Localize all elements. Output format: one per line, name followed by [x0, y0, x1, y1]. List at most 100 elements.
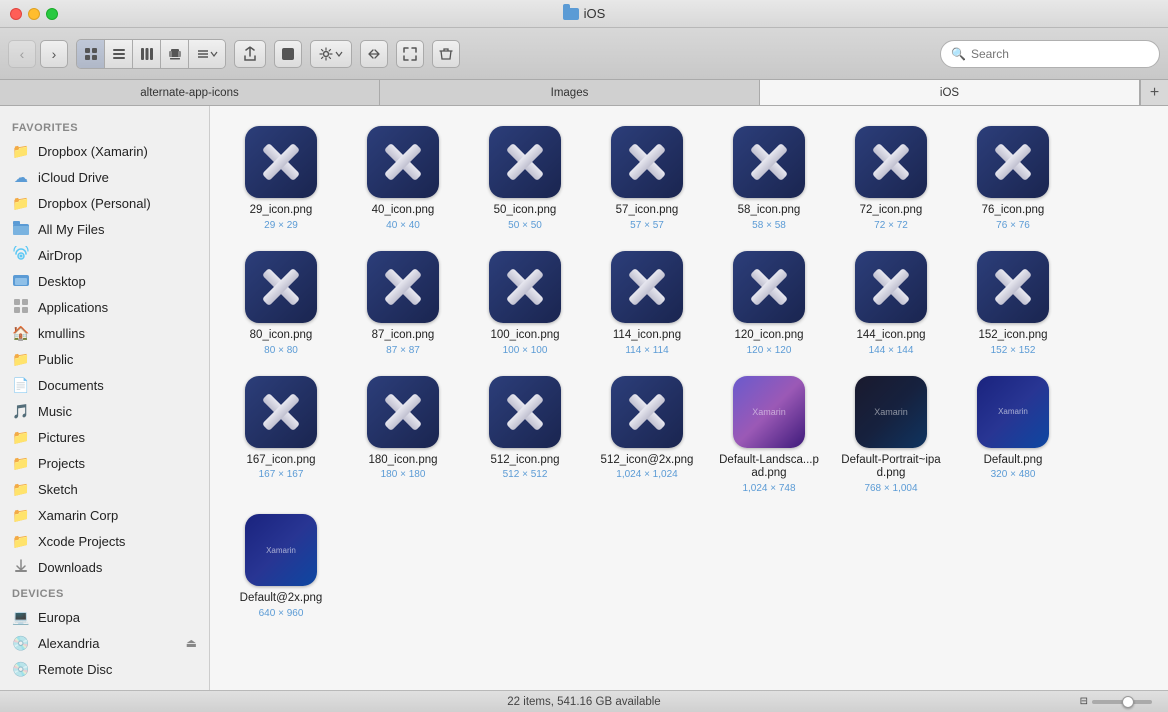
back-button[interactable]: ‹: [8, 40, 36, 68]
file-item-76[interactable]: 76_icon.png 76 × 76: [958, 122, 1068, 235]
file-size: 50 × 50: [508, 220, 542, 231]
sidebar-item-desktop[interactable]: Desktop: [0, 268, 209, 294]
close-button[interactable]: [10, 8, 22, 20]
file-item-default[interactable]: Xamarin Default.png 320 × 480: [958, 372, 1068, 499]
file-item-512[interactable]: 512_icon.png 512 × 512: [470, 372, 580, 499]
file-item-default-landscape[interactable]: Xamarin Default-Landsca...pad.png 1,024 …: [714, 372, 824, 499]
coverflow-icon: [168, 47, 182, 61]
file-size: 80 × 80: [264, 345, 298, 356]
file-item-72[interactable]: 72_icon.png 72 × 72: [836, 122, 946, 235]
file-item-152[interactable]: 152_icon.png 152 × 152: [958, 247, 1068, 360]
view-coverflow-button[interactable]: [161, 40, 189, 68]
add-tab-button[interactable]: +: [1140, 80, 1168, 105]
view-icon-button[interactable]: [77, 40, 105, 68]
delete-button[interactable]: [432, 40, 460, 68]
file-name: 87_icon.png: [372, 329, 435, 343]
file-name: Default.png: [984, 454, 1043, 468]
file-icon: [611, 126, 683, 198]
file-name: 512_icon.png: [490, 454, 559, 468]
x-icon: [865, 136, 917, 188]
slider-thumb[interactable]: [1122, 696, 1134, 708]
file-name: Default-Portrait~ipad.png: [840, 454, 942, 482]
file-item-114[interactable]: 114_icon.png 114 × 114: [592, 247, 702, 360]
file-item-120[interactable]: 120_icon.png 120 × 120: [714, 247, 824, 360]
file-item-144[interactable]: 144_icon.png 144 × 144: [836, 247, 946, 360]
file-icon: Xamarin: [245, 514, 317, 586]
file-icon: [489, 126, 561, 198]
file-icon: [733, 126, 805, 198]
x-icon: [621, 261, 673, 313]
view-arrange-button[interactable]: [189, 40, 225, 68]
maximize-button[interactable]: [46, 8, 58, 20]
file-item-180[interactable]: 180_icon.png 180 × 180: [348, 372, 458, 499]
search-box[interactable]: 🔍: [940, 40, 1160, 68]
expand-button[interactable]: [396, 40, 424, 68]
file-item-58[interactable]: 58_icon.png 58 × 58: [714, 122, 824, 235]
splash-label: Xamarin: [874, 407, 908, 417]
share-button[interactable]: [234, 40, 266, 68]
minimize-button[interactable]: [28, 8, 40, 20]
sidebar-item-public[interactable]: 📁 Public: [0, 346, 209, 372]
file-item-87[interactable]: 87_icon.png 87 × 87: [348, 247, 458, 360]
expand-icon: [403, 47, 417, 61]
sidebar-item-downloads[interactable]: Downloads: [0, 554, 209, 580]
file-name: 120_icon.png: [734, 329, 803, 343]
file-item-29[interactable]: 29_icon.png 29 × 29: [226, 122, 336, 235]
sidebar-item-icloud-drive[interactable]: ☁ iCloud Drive: [0, 164, 209, 190]
view-columns-button[interactable]: [133, 40, 161, 68]
file-item-default2x[interactable]: Xamarin Default@2x.png 640 × 960: [226, 510, 336, 623]
file-item-100[interactable]: 100_icon.png 100 × 100: [470, 247, 580, 360]
sidebar-item-all-my-files[interactable]: All My Files: [0, 216, 209, 242]
file-name: 80_icon.png: [250, 329, 313, 343]
sidebar-item-alexandria[interactable]: 💿 Alexandria ⏏: [0, 630, 209, 656]
file-icon: Xamarin: [855, 376, 927, 448]
file-item-57[interactable]: 57_icon.png 57 × 57: [592, 122, 702, 235]
file-size: 58 × 58: [752, 220, 786, 231]
tab-images[interactable]: Images: [380, 80, 760, 105]
file-item-50[interactable]: 50_icon.png 50 × 50: [470, 122, 580, 235]
sidebar-item-airdrop[interactable]: AirDrop: [0, 242, 209, 268]
file-icon: [977, 251, 1049, 323]
eject-button[interactable]: ⏏: [186, 636, 197, 650]
file-size: 167 × 167: [259, 469, 304, 480]
sidebar-item-xcode-projects[interactable]: 📁 Xcode Projects: [0, 528, 209, 554]
sidebar-item-dropbox-xamarin[interactable]: 📁 Dropbox (Xamarin): [0, 138, 209, 164]
sidebar-item-europa[interactable]: 💻 Europa: [0, 604, 209, 630]
view-list-button[interactable]: [105, 40, 133, 68]
file-size: 87 × 87: [386, 345, 420, 356]
file-item-512x2[interactable]: 512_icon@2x.png 1,024 × 1,024: [592, 372, 702, 499]
sidebar-item-documents[interactable]: 📄 Documents: [0, 372, 209, 398]
tab-alternate-app-icons[interactable]: alternate-app-icons: [0, 80, 380, 105]
forward-button[interactable]: ›: [40, 40, 68, 68]
file-item-80[interactable]: 80_icon.png 80 × 80: [226, 247, 336, 360]
tag-button[interactable]: [274, 40, 302, 68]
sidebar-item-kmullins[interactable]: 🏠 kmullins: [0, 320, 209, 346]
sidebar-item-dropbox-personal[interactable]: 📁 Dropbox (Personal): [0, 190, 209, 216]
sidebar-item-projects[interactable]: 📁 Projects: [0, 450, 209, 476]
arrange2-button[interactable]: [360, 40, 388, 68]
sidebar-item-time-machine[interactable]: ⏱ Time Machine ⏏: [0, 682, 209, 690]
file-size: 57 × 57: [630, 220, 664, 231]
slider-track[interactable]: [1092, 700, 1152, 704]
zoom-slider[interactable]: ⊟: [1080, 696, 1152, 707]
file-name: 512_icon@2x.png: [601, 454, 694, 468]
file-item-40[interactable]: 40_icon.png 40 × 40: [348, 122, 458, 235]
sidebar-item-pictures[interactable]: 📁 Pictures: [0, 424, 209, 450]
folder-icon: 📁: [12, 143, 30, 160]
sidebar-item-xamarin-corp[interactable]: 📁 Xamarin Corp: [0, 502, 209, 528]
sidebar-item-music[interactable]: 🎵 Music: [0, 398, 209, 424]
file-icon: Xamarin: [977, 376, 1049, 448]
tab-ios[interactable]: iOS: [760, 80, 1140, 105]
file-item-167[interactable]: 167_icon.png 167 × 167: [226, 372, 336, 499]
sidebar-item-sketch[interactable]: 📁 Sketch: [0, 476, 209, 502]
search-input[interactable]: [971, 47, 1149, 61]
action-button[interactable]: [310, 40, 352, 68]
sidebar-item-remote-disc[interactable]: 💿 Remote Disc: [0, 656, 209, 682]
file-icon: [611, 251, 683, 323]
file-item-default-portrait[interactable]: Xamarin Default-Portrait~ipad.png 768 × …: [836, 372, 946, 499]
x-icon: [987, 136, 1039, 188]
sidebar-item-applications[interactable]: Applications: [0, 294, 209, 320]
tabbar: alternate-app-icons Images iOS +: [0, 80, 1168, 106]
file-name: 29_icon.png: [250, 204, 313, 218]
file-name: 57_icon.png: [616, 204, 679, 218]
